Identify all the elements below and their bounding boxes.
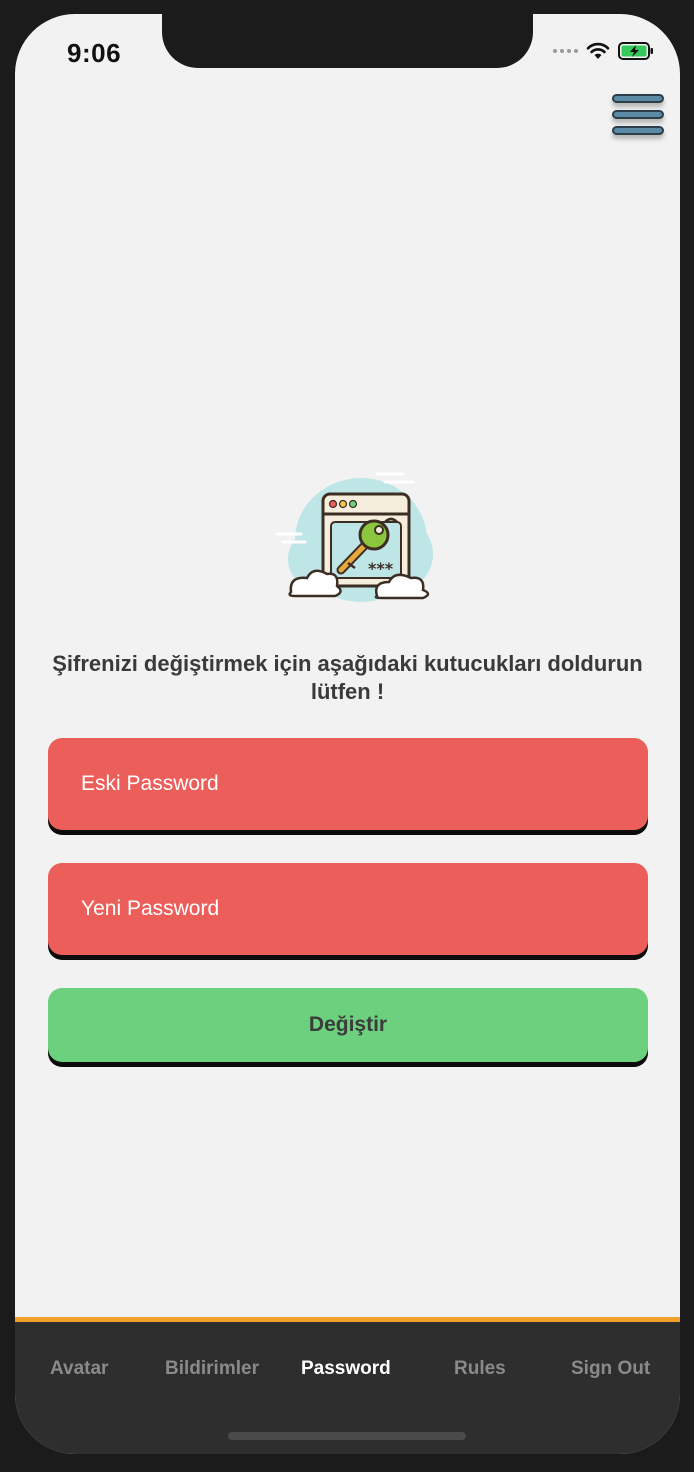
wifi-icon	[586, 42, 610, 59]
tab-sign-out[interactable]: Sign Out	[571, 1358, 650, 1380]
tab-password[interactable]: Password	[301, 1358, 391, 1380]
app-screen: 9:06 *** Şifrenizi değiştirmek için aşağ…	[15, 14, 680, 1454]
tab-rules[interactable]: Rules	[454, 1358, 506, 1380]
tab-avatar[interactable]: Avatar	[50, 1358, 108, 1380]
old-password-placeholder: Eski Password	[81, 772, 219, 795]
password-key-window-icon: ***	[275, 472, 433, 602]
hamburger-menu-button[interactable]	[612, 92, 668, 144]
new-password-placeholder: Yeni Password	[81, 897, 220, 920]
cellular-signal-icon	[553, 49, 578, 53]
bottom-tab-bar: Avatar Bildirimler Password Rules Sign O…	[15, 1317, 680, 1454]
old-password-field[interactable]: Eski Password	[48, 738, 648, 830]
device-notch	[162, 14, 533, 68]
menu-bar-middle	[612, 110, 664, 119]
change-password-button-label: Değiştir	[308, 1013, 388, 1036]
menu-bar-bottom	[612, 126, 664, 135]
battery-charging-icon	[618, 42, 653, 60]
new-password-field[interactable]: Yeni Password	[48, 863, 648, 955]
status-indicators	[553, 42, 654, 60]
tab-bildirimler[interactable]: Bildirimler	[165, 1358, 259, 1380]
status-time: 9:06	[67, 38, 122, 68]
masked-password-text: ***	[368, 559, 394, 578]
instruction-text: Şifrenizi değiştirmek için aşağıdaki kut…	[52, 651, 643, 704]
home-indicator	[228, 1432, 466, 1440]
menu-bar-top	[612, 94, 664, 103]
change-password-button[interactable]: Değiştir	[48, 988, 648, 1062]
phone-frame: 9:06 *** Şifrenizi değiştirmek için aşağ…	[0, 0, 694, 1472]
